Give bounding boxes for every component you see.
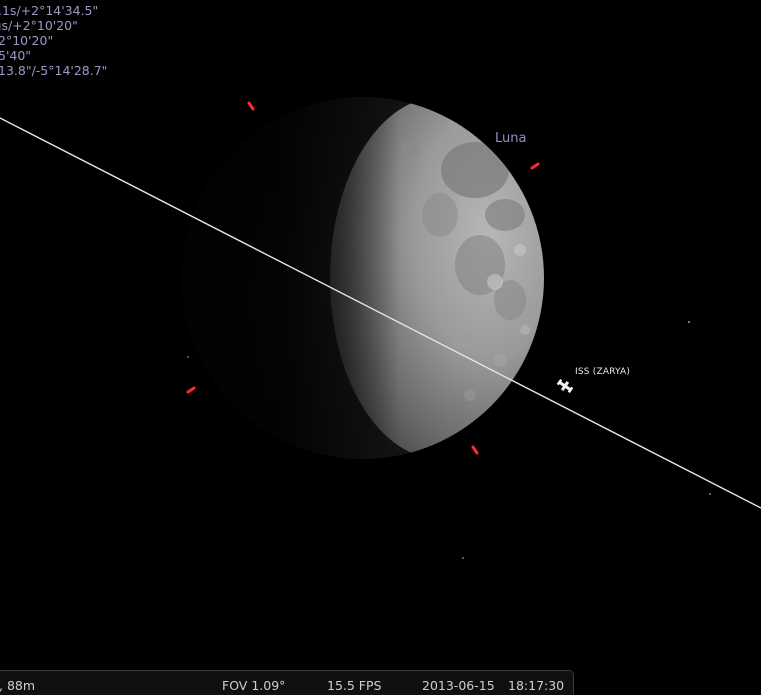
satellite-icon[interactable]: [556, 377, 575, 394]
info-line: .1s/+2°14'34.5": [0, 3, 99, 18]
info-line: 13.8"/-5°14'28.7": [0, 63, 108, 78]
info-line: 5'40": [0, 48, 32, 63]
moon-lit-surface: [182, 97, 544, 459]
star: [462, 557, 464, 559]
satellite-label[interactable]: ISS (ZARYA): [575, 367, 630, 377]
info-line: 2°10'20": [0, 33, 54, 48]
object-info-panel: .1s/+2°14'34.5" ıs/+2°10'20" 2°10'20" 5'…: [0, 3, 107, 78]
moon-luna[interactable]: [182, 97, 550, 459]
selection-marker: [530, 162, 540, 170]
moon-label[interactable]: Luna: [495, 131, 526, 146]
selection-marker: [247, 101, 255, 111]
status-bar: , 88m FOV 1.09° 15.5 FPS 2013-06-15 18:1…: [0, 670, 574, 695]
info-line: ıs/+2°10'20": [0, 18, 78, 33]
star: [688, 321, 690, 323]
location-altitude: , 88m: [0, 678, 36, 693]
star: [187, 356, 189, 358]
selection-marker: [471, 445, 479, 455]
date: 2013-06-15: [422, 678, 495, 693]
star: [709, 493, 711, 495]
time: 18:17:30: [508, 678, 565, 693]
sky-canvas[interactable]: [0, 0, 761, 695]
field-of-view: FOV 1.09°: [222, 678, 286, 693]
selection-marker: [186, 386, 196, 394]
planetarium-view[interactable]: .1s/+2°14'34.5" ıs/+2°10'20" 2°10'20" 5'…: [0, 0, 761, 695]
frame-rate: 15.5 FPS: [327, 678, 382, 693]
